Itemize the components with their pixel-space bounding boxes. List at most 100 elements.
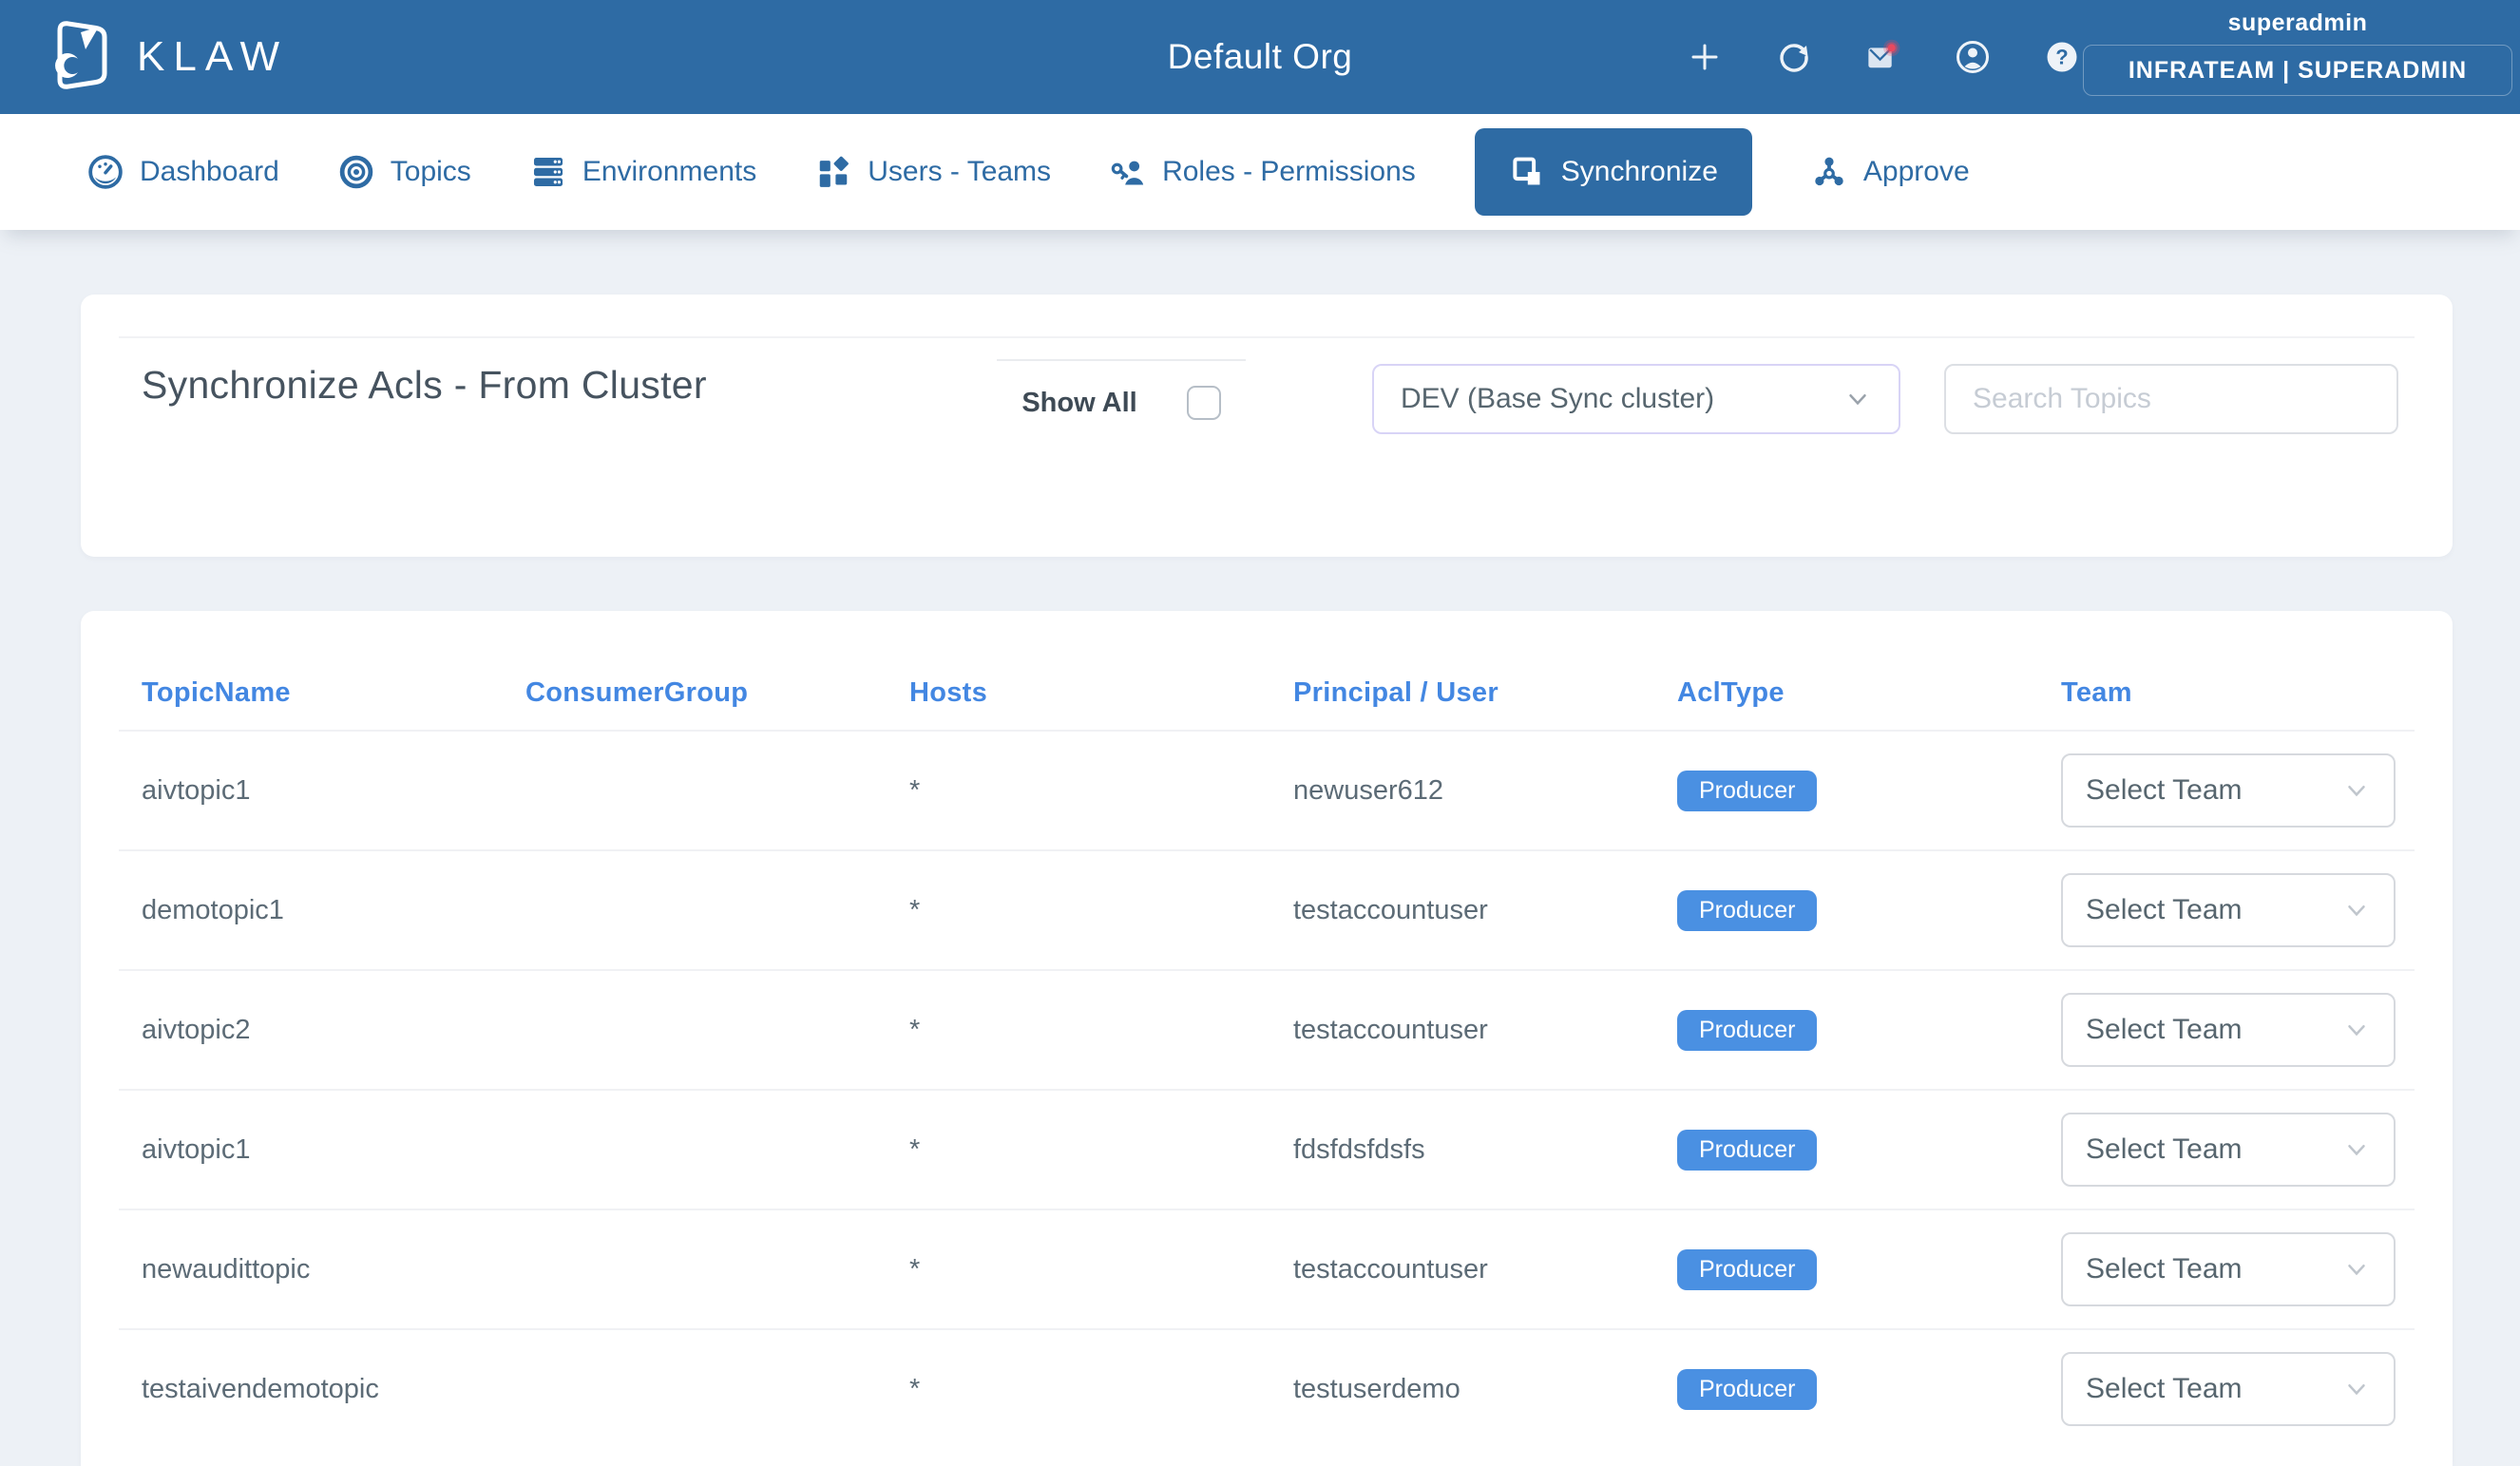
team-select[interactable]: Select Team (2061, 753, 2396, 828)
acl-type-badge: Producer (1677, 1130, 1817, 1171)
cell-topic-name: testaivendemotopic (119, 1374, 503, 1405)
navbar-icons: ? (1684, 0, 2083, 114)
chevron-down-icon (1843, 385, 1872, 413)
team-select-value: Select Team (2086, 774, 2243, 807)
cell-principal: testaccountuser (1270, 1015, 1654, 1046)
tab-label: Synchronize (1561, 156, 1718, 188)
cell-topic-name: aivtopic1 (119, 775, 503, 807)
svg-text:?: ? (2055, 46, 2068, 69)
users-teams-icon (815, 154, 851, 190)
cell-acl-type: Producer (1654, 1369, 2038, 1410)
chevron-down-icon (2342, 776, 2371, 805)
team-select-value: Select Team (2086, 1373, 2243, 1405)
team-select-value: Select Team (2086, 1133, 2243, 1166)
team-select[interactable]: Select Team (2061, 1232, 2396, 1306)
tab-label: Approve (1863, 156, 1970, 188)
chevron-down-icon (2342, 1016, 2371, 1044)
show-all-checkbox[interactable] (1187, 386, 1221, 420)
tab-dashboard[interactable]: Dashboard (87, 154, 279, 190)
cell-hosts: * (887, 1134, 1270, 1166)
main-nav-tabbar: Dashboard Topics Environments Users - Te… (0, 114, 2520, 230)
cluster-select[interactable]: DEV (Base Sync cluster) (1372, 364, 1900, 434)
team-select[interactable]: Select Team (2061, 1352, 2396, 1426)
cell-hosts: * (887, 895, 1270, 926)
acl-type-badge: Producer (1677, 890, 1817, 931)
col-header-hosts[interactable]: Hosts (887, 677, 1270, 709)
tab-label: Topics (391, 156, 471, 188)
cell-hosts: * (887, 1374, 1270, 1405)
tab-label: Dashboard (140, 156, 279, 188)
acl-type-badge: Producer (1677, 1369, 1817, 1410)
org-title: Default Org (1168, 0, 1353, 114)
cell-acl-type: Producer (1654, 1130, 2038, 1171)
cell-topic-name: aivtopic1 (119, 1134, 503, 1166)
tab-roles-permissions[interactable]: Roles - Permissions (1110, 154, 1416, 190)
cell-topic-name: newaudittopic (119, 1254, 503, 1285)
table-row: newaudittopic * testaccountuser Producer… (119, 1210, 2415, 1330)
col-header-team[interactable]: Team (2038, 677, 2415, 709)
cell-acl-type: Producer (1654, 1010, 2038, 1051)
cell-topic-name: demotopic1 (119, 895, 503, 926)
dashboard-icon (87, 154, 124, 190)
sync-acls-panel: Synchronize Acls - From Cluster Show All… (81, 295, 2453, 557)
tab-label: Roles - Permissions (1162, 156, 1416, 188)
team-select[interactable]: Select Team (2061, 1113, 2396, 1187)
klaw-logo-icon (49, 17, 112, 98)
acl-type-badge: Producer (1677, 1010, 1817, 1051)
team-role-value: INFRATEAM | SUPERADMIN (2129, 57, 2467, 85)
team-select-value: Select Team (2086, 1014, 2243, 1046)
tab-synchronize[interactable]: Synchronize (1475, 128, 1752, 216)
synchronize-icon (1509, 154, 1545, 190)
search-topics-input[interactable] (1946, 366, 2396, 432)
refresh-icon[interactable] (1773, 36, 1815, 78)
tab-approve[interactable]: Approve (1811, 154, 1970, 190)
profile-icon[interactable] (1952, 36, 1994, 78)
cluster-select-value: DEV (Base Sync cluster) (1401, 383, 1714, 415)
cell-principal: testuserdemo (1270, 1374, 1654, 1405)
team-role-select[interactable]: INFRATEAM | SUPERADMIN (2083, 45, 2512, 96)
tab-label: Environments (582, 156, 756, 188)
acl-table-card: TopicName ConsumerGroup Hosts Principal … (81, 611, 2453, 1466)
cell-hosts: * (887, 1254, 1270, 1285)
chevron-down-icon (2342, 1375, 2371, 1403)
panel-divider (119, 336, 2415, 338)
cell-principal: fdsfdsfdsfs (1270, 1134, 1654, 1166)
table-header-row: TopicName ConsumerGroup Hosts Principal … (119, 611, 2415, 732)
roles-permissions-icon (1110, 154, 1146, 190)
tab-users-teams[interactable]: Users - Teams (815, 154, 1051, 190)
table-row: testaivendemotopic * testuserdemo Produc… (119, 1330, 2415, 1448)
plus-icon[interactable] (1684, 36, 1726, 78)
table-row: aivtopic1 * fdsfdsfdsfs Producer Select … (119, 1091, 2415, 1210)
cell-hosts: * (887, 1015, 1270, 1046)
col-header-topicname[interactable]: TopicName (119, 677, 503, 709)
brand-name: KLAW (137, 33, 288, 81)
acl-type-badge: Producer (1677, 1249, 1817, 1290)
col-header-consumergroup[interactable]: ConsumerGroup (503, 677, 887, 709)
col-header-principal[interactable]: Principal / User (1270, 677, 1654, 709)
chevron-down-icon (2342, 1255, 2371, 1284)
help-icon[interactable]: ? (2041, 36, 2083, 78)
table-body: aivtopic1 * newuser612 Producer Select T… (119, 732, 2415, 1448)
team-select-value: Select Team (2086, 894, 2243, 926)
tab-environments[interactable]: Environments (530, 154, 756, 190)
approve-icon (1811, 154, 1847, 190)
chevron-down-icon (2342, 1135, 2371, 1164)
team-select-value: Select Team (2086, 1253, 2243, 1285)
mail-notification-icon[interactable] (1862, 36, 1904, 78)
cell-principal: testaccountuser (1270, 895, 1654, 926)
cell-acl-type: Producer (1654, 1249, 2038, 1290)
tab-topics[interactable]: Topics (338, 154, 471, 190)
col-header-acltype[interactable]: AclType (1654, 677, 2038, 709)
topics-icon (338, 154, 374, 190)
team-select[interactable]: Select Team (2061, 873, 2396, 947)
table-row: demotopic1 * testaccountuser Producer Se… (119, 851, 2415, 971)
chevron-down-icon (2342, 896, 2371, 924)
brand[interactable]: KLAW (49, 0, 288, 114)
cell-principal: newuser612 (1270, 775, 1654, 807)
cell-acl-type: Producer (1654, 771, 2038, 811)
table-row: aivtopic1 * newuser612 Producer Select T… (119, 732, 2415, 851)
team-select[interactable]: Select Team (2061, 993, 2396, 1067)
table-row: aivtopic2 * testaccountuser Producer Sel… (119, 971, 2415, 1091)
user-block: superadmin INFRATEAM | SUPERADMIN (2083, 10, 2512, 96)
tab-label: Users - Teams (868, 156, 1051, 188)
